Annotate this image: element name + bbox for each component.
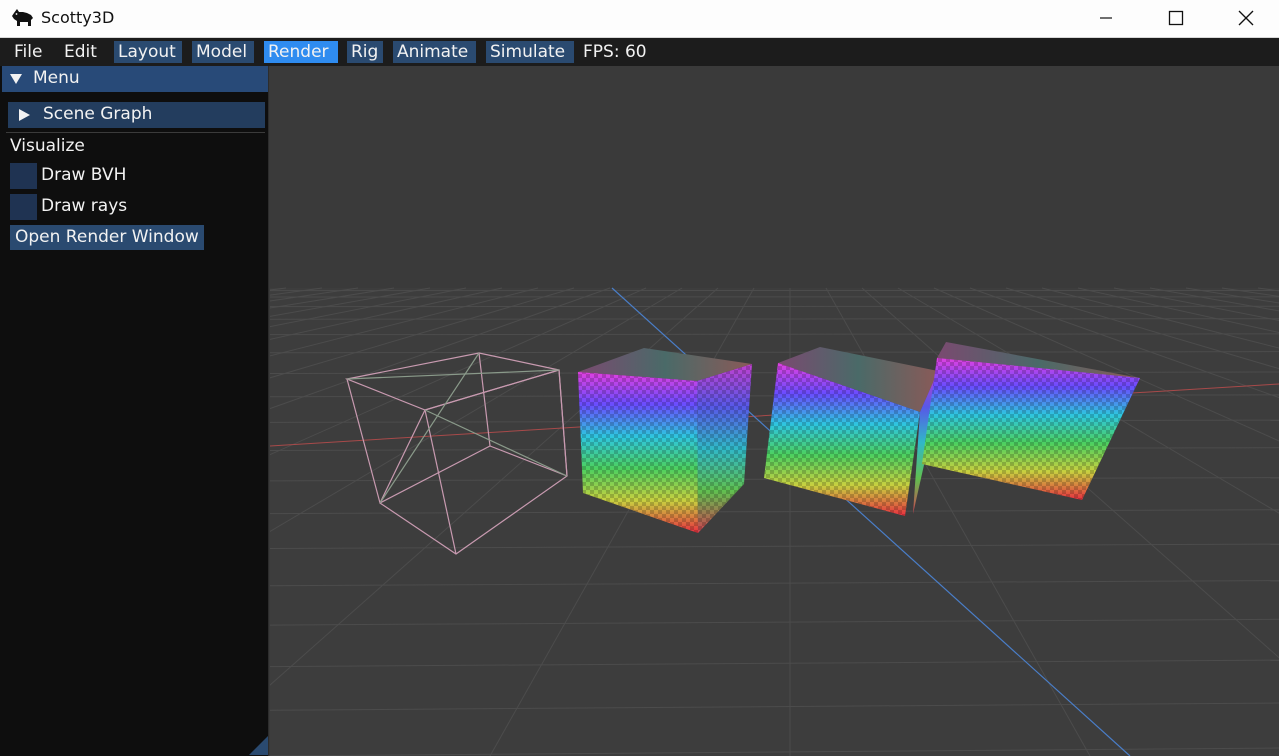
fps-counter: FPS: 60 <box>583 42 647 62</box>
minimize-button[interactable] <box>1074 0 1138 36</box>
maximize-button[interactable] <box>1144 0 1208 36</box>
maximize-icon <box>1168 10 1184 26</box>
tab-animate[interactable]: Animate <box>393 41 476 63</box>
tab-rig[interactable]: Rig <box>347 41 383 63</box>
viewport-sky <box>270 66 1279 290</box>
expand-triangle-icon <box>19 109 30 121</box>
menu-file[interactable]: File <box>10 41 46 63</box>
viewport-3d[interactable] <box>270 66 1279 756</box>
tab-model[interactable]: Model <box>192 41 254 63</box>
side-panel: Menu Scene Graph Visualize Draw BVH Draw… <box>0 66 269 756</box>
menu-edit[interactable]: Edit <box>60 41 101 63</box>
tab-layout[interactable]: Layout <box>114 41 182 63</box>
scene-graph-node[interactable]: Scene Graph <box>8 102 265 128</box>
minimize-icon <box>1099 11 1113 25</box>
draw-rays-checkbox[interactable] <box>10 194 37 220</box>
collapse-triangle-icon <box>10 74 22 84</box>
open-render-window-button[interactable]: Open Render Window <box>10 225 204 250</box>
menu-panel-header[interactable]: Menu <box>2 66 268 92</box>
title-bar: Scotty3D <box>0 0 1279 38</box>
ground-plane <box>270 288 1279 756</box>
menu-panel-title: Menu <box>33 68 80 88</box>
draw-rays-label: Draw rays <box>41 196 128 216</box>
tab-render[interactable]: Render <box>264 41 338 63</box>
panel-separator <box>6 132 265 133</box>
menu-bar: File Edit Layout Model Render Rig Animat… <box>0 38 1279 66</box>
panel-resize-grip[interactable] <box>249 736 268 755</box>
draw-bvh-checkbox[interactable] <box>10 163 37 189</box>
close-button[interactable] <box>1214 0 1278 36</box>
scene-graph-label: Scene Graph <box>43 104 153 124</box>
scottie-dog-icon <box>11 7 35 29</box>
close-icon <box>1238 10 1254 26</box>
tab-simulate[interactable]: Simulate <box>486 41 574 63</box>
window-title: Scotty3D <box>41 8 115 27</box>
draw-bvh-label: Draw BVH <box>41 165 127 185</box>
visualize-label: Visualize <box>10 136 85 156</box>
